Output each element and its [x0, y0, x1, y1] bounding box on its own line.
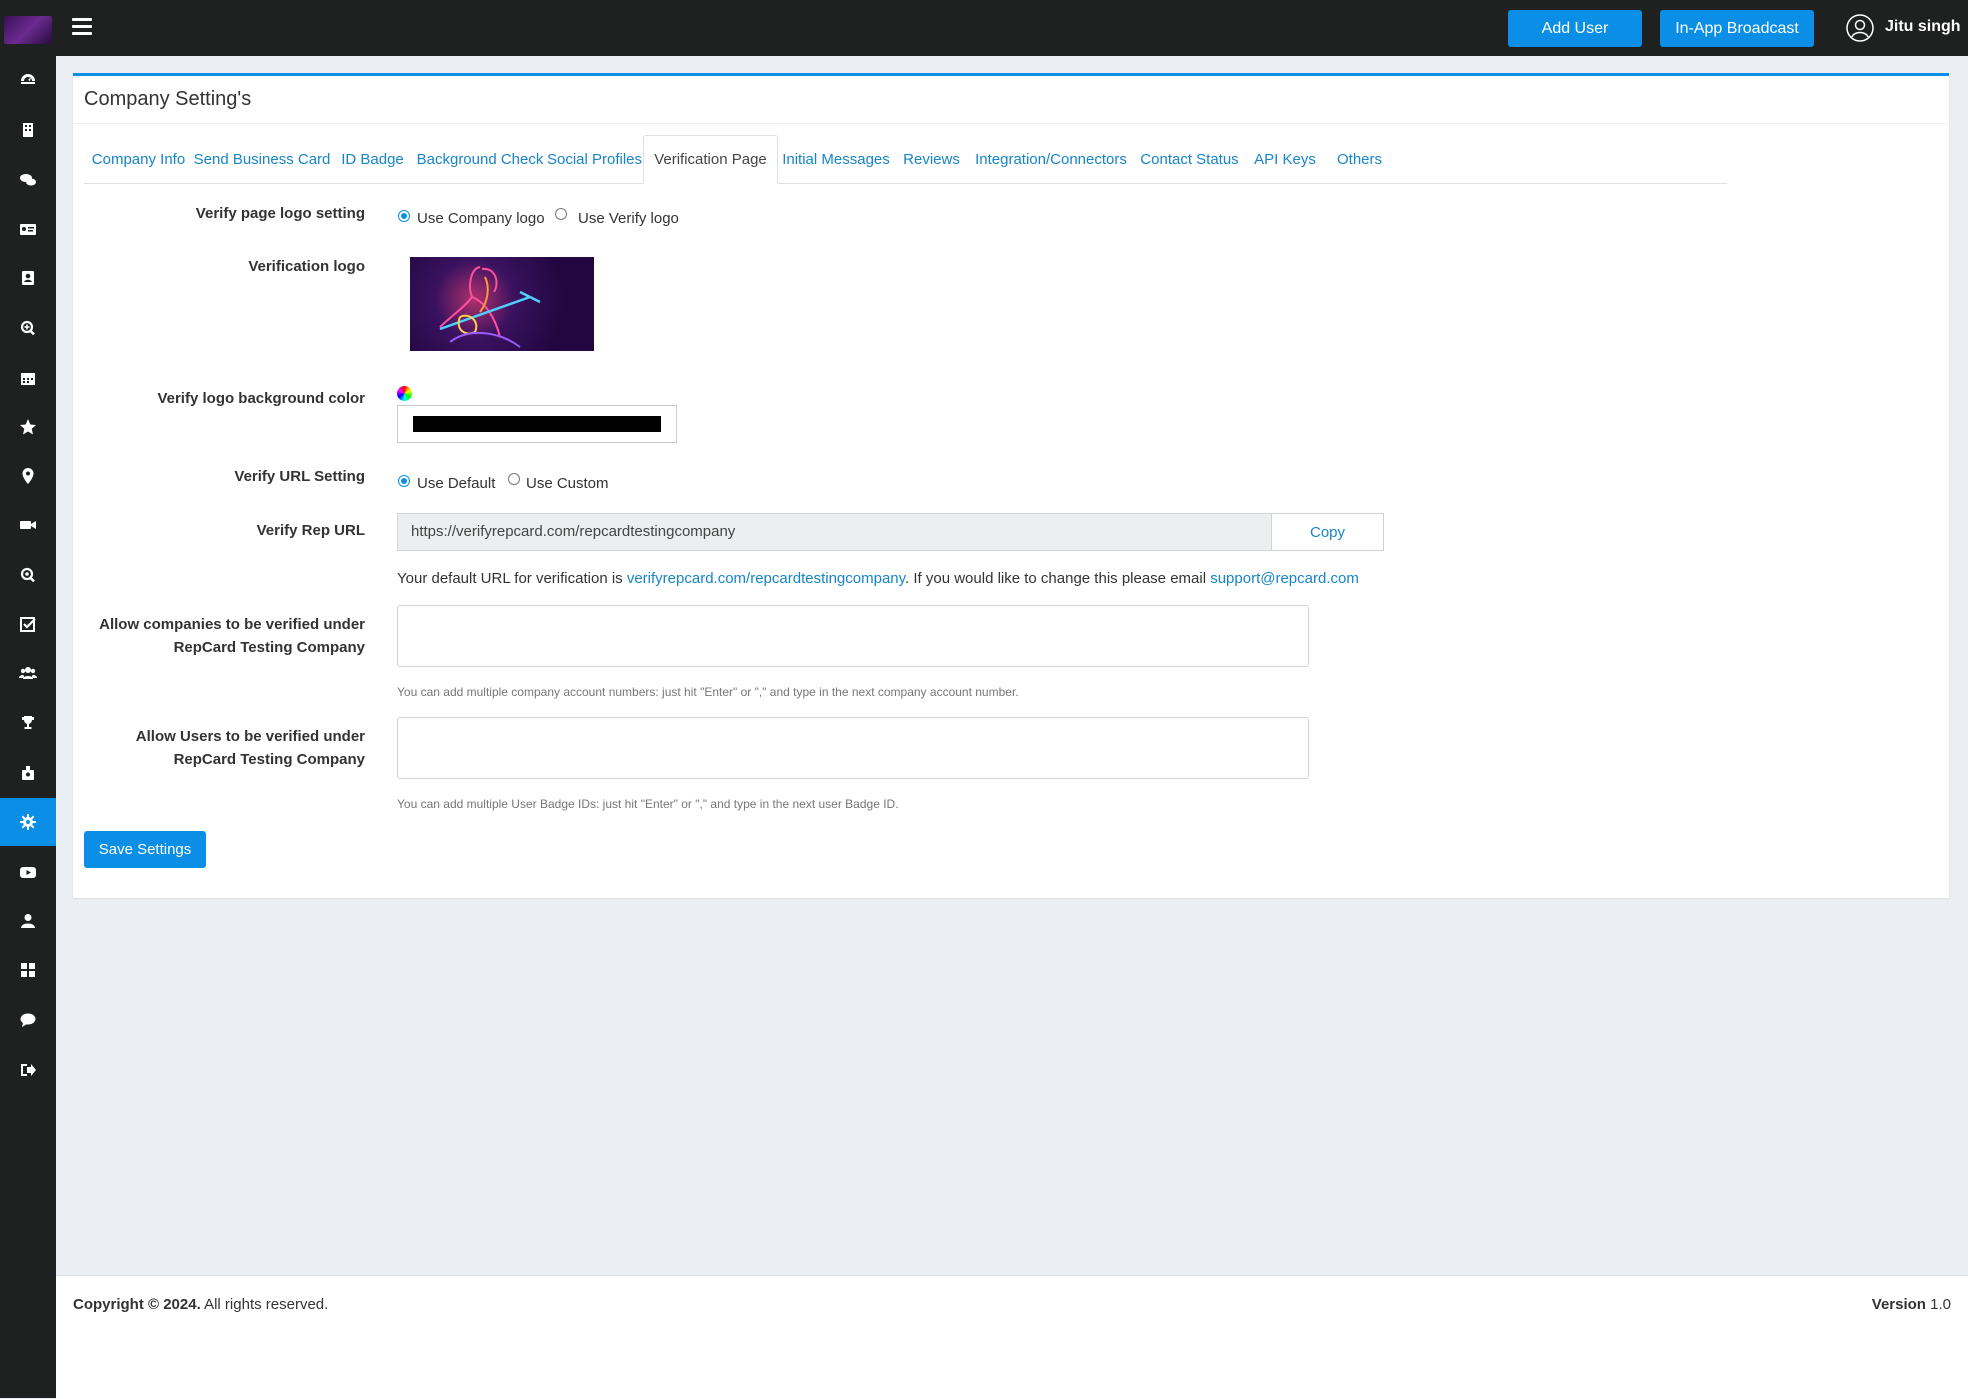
trophy-icon — [22, 716, 34, 729]
allow-companies-input[interactable] — [397, 605, 1309, 667]
comment-icon — [20, 1013, 36, 1027]
tab-id-badge[interactable]: ID Badge — [331, 135, 414, 183]
url-help-middle: . If you would like to change this pleas… — [905, 570, 1211, 587]
in-app-broadcast-button[interactable]: In-App Broadcast — [1660, 10, 1814, 47]
url-setting-label: Verify URL Setting — [234, 468, 365, 485]
use-company-logo-label[interactable]: Use Company logo — [417, 210, 545, 227]
search-icon — [20, 567, 35, 583]
topbar: Add User In-App Broadcast Jitu singh — [56, 0, 1968, 56]
tab-integration-connectors[interactable]: Integration/Connectors — [969, 135, 1133, 183]
tab-others[interactable]: Others — [1324, 135, 1395, 183]
video-icon — [20, 521, 36, 529]
copy-button[interactable]: Copy — [1271, 513, 1384, 551]
tab-verification-page[interactable]: Verification Page — [643, 135, 778, 184]
use-company-logo-radio[interactable] — [398, 210, 410, 222]
allow-companies-label-line2: RepCard Testing Company — [173, 639, 365, 656]
calendar-icon — [21, 373, 35, 385]
allow-users-label-line1: Allow Users to be verified under — [135, 728, 365, 745]
verification-logo-image — [410, 257, 594, 351]
version-label: Version — [1871, 1296, 1926, 1313]
tab-background-check[interactable]: Background Check — [414, 135, 546, 183]
tab-social-profiles[interactable]: Social Profiles — [546, 135, 643, 183]
bg-color-label: Verify logo background color — [157, 390, 365, 407]
add-user-button[interactable]: Add User — [1508, 10, 1642, 47]
save-settings-button[interactable]: Save Settings — [84, 831, 206, 868]
grid-icon — [21, 963, 35, 977]
use-custom-url-radio[interactable] — [508, 473, 520, 485]
allow-companies-label: Allow companies to be verified under Rep… — [45, 613, 365, 659]
users-help-text: You can add multiple User Badge IDs: jus… — [397, 797, 899, 811]
user-name[interactable]: Jitu singh — [1885, 18, 1961, 36]
use-default-url-label[interactable]: Use Default — [417, 475, 495, 492]
hamburger-menu-icon[interactable] — [72, 18, 92, 38]
allow-users-label: Allow Users to be verified under RepCard… — [45, 725, 365, 771]
copyright-bold: Copyright © 2024. — [73, 1296, 201, 1313]
checklist-icon — [20, 617, 36, 632]
page-title: Company Setting's — [84, 88, 252, 110]
title-divider — [73, 123, 1949, 124]
footer: Copyright © 2024. All rights reserved. V… — [56, 1275, 1968, 1399]
color-picker-icon[interactable] — [397, 386, 412, 401]
chat-icon — [20, 174, 36, 186]
tab-initial-messages[interactable]: Initial Messages — [778, 135, 894, 183]
sidebar-chat-icon[interactable] — [0, 156, 56, 204]
dashboard-icon — [21, 74, 35, 84]
youtube-icon — [20, 867, 36, 878]
tab-send-business-card[interactable]: Send Business Card — [193, 135, 331, 183]
bg-color-input[interactable] — [397, 405, 677, 443]
sidebar-youtube-icon[interactable] — [0, 848, 56, 896]
url-help-prefix: Your default URL for verification is — [397, 570, 627, 587]
tab-company-info[interactable]: Company Info — [84, 135, 193, 183]
use-default-url-radio[interactable] — [398, 475, 410, 487]
sidebar-dashboard-icon[interactable] — [0, 56, 56, 104]
allow-users-input[interactable] — [397, 717, 1309, 779]
user-icon — [21, 914, 35, 928]
sidebar-user-icon[interactable] — [0, 897, 56, 945]
sidebar-logout-icon[interactable] — [0, 1046, 56, 1094]
sidebar-gear-icon[interactable] — [0, 798, 56, 846]
settings-panel: Company Setting's Company Info Send Busin… — [73, 73, 1949, 898]
tab-reviews[interactable]: Reviews — [894, 135, 969, 183]
use-verify-logo-radio[interactable] — [555, 208, 567, 220]
version-text: Version 1.0 — [1872, 1296, 1951, 1313]
sidebar-building-icon[interactable] — [0, 106, 56, 154]
company-logo[interactable] — [4, 16, 52, 44]
search-plus-icon — [20, 320, 35, 336]
url-help-text: Your default URL for verification is ver… — [397, 570, 1359, 587]
sidebar-search-plus-icon[interactable] — [0, 304, 56, 352]
logo-setting-label: Verify page logo setting — [195, 205, 365, 222]
copyright-text: Copyright © 2024. All rights reserved. — [73, 1296, 328, 1313]
use-custom-url-label[interactable]: Use Custom — [526, 475, 609, 492]
star-icon — [20, 419, 36, 435]
sidebar-grid-icon[interactable] — [0, 946, 56, 994]
users-icon — [19, 667, 37, 679]
badge-icon — [22, 766, 34, 780]
logout-icon — [21, 1064, 36, 1076]
location-pin-icon — [22, 468, 34, 484]
sidebar-comment-icon[interactable] — [0, 996, 56, 1044]
rep-url-input[interactable]: https://verifyrepcard.com/repcardtesting… — [397, 513, 1271, 551]
sidebar-star-icon[interactable] — [0, 403, 56, 451]
allow-users-label-line2: RepCard Testing Company — [173, 751, 365, 768]
companies-help-text: You can add multiple company account num… — [397, 685, 1019, 699]
sidebar-search-icon[interactable] — [0, 551, 56, 599]
copyright-rest: All rights reserved. — [200, 1296, 329, 1313]
tab-contact-status[interactable]: Contact Status — [1133, 135, 1246, 183]
default-url-link[interactable]: verifyrepcard.com/repcardtestingcompany — [627, 570, 905, 587]
contact-book-icon — [22, 271, 34, 285]
use-verify-logo-label[interactable]: Use Verify logo — [578, 210, 679, 227]
version-value: 1.0 — [1925, 1296, 1951, 1313]
support-email-link[interactable]: support@repcard.com — [1210, 570, 1359, 587]
settings-tabs: Company Info Send Business Card ID Badge Ba… — [84, 135, 1727, 184]
allow-companies-label-line1: Allow companies to be verified under — [99, 616, 365, 633]
user-avatar-icon[interactable] — [1846, 14, 1874, 42]
gear-icon — [20, 814, 36, 830]
color-swatch — [413, 416, 661, 432]
id-card-icon — [20, 224, 36, 235]
tab-api-keys[interactable]: API Keys — [1246, 135, 1324, 183]
verification-logo-label: Verification logo — [248, 258, 365, 275]
rep-url-label: Verify Rep URL — [256, 522, 365, 539]
building-icon — [23, 123, 33, 137]
